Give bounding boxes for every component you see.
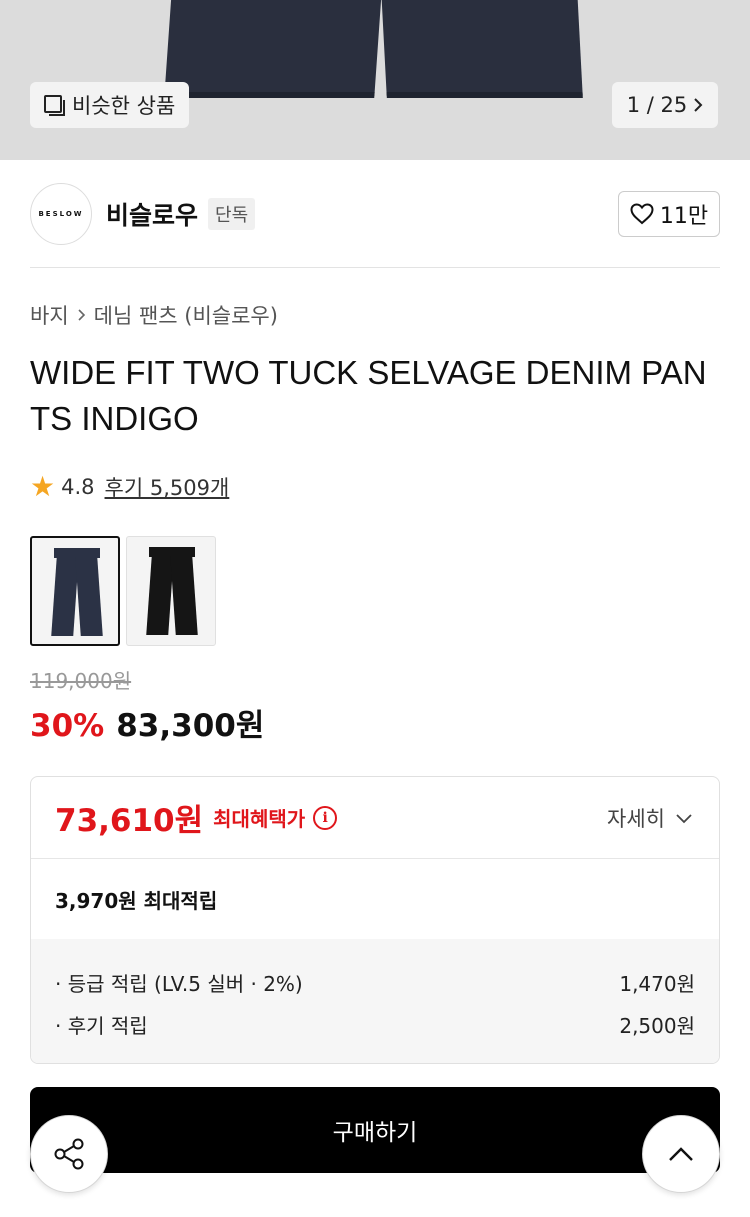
benefit-box: 73,610원 최대혜택가 i 자세히 3,970원 최대적립 · 등급 적립 … — [30, 776, 720, 1064]
reviews-link[interactable]: 후기 5,509개 — [105, 472, 230, 502]
detail-label: 자세히 — [607, 807, 665, 831]
rating-value: 4.8 — [61, 475, 95, 499]
exclusive-badge: 단독 — [208, 198, 256, 230]
scroll-top-button[interactable] — [642, 1115, 720, 1193]
buy-button[interactable]: 구매하기 — [30, 1087, 720, 1173]
pants-thumbnail — [146, 547, 198, 635]
product-title: WIDE FIT TWO TUCK SELVAGE DENIM PANTS IN… — [30, 354, 707, 437]
pants-thumbnail — [51, 548, 103, 636]
rating-row: ★ 4.8 후기 5,509개 — [30, 472, 229, 502]
color-option-indigo[interactable] — [30, 536, 120, 646]
points-breakdown: · 등급 적립 (LV.5 실버 · 2%) 1,470원 · 후기 적립 2,… — [31, 939, 719, 1063]
chevron-right-icon — [78, 309, 85, 321]
max-benefit-label: 최대혜택가 — [213, 807, 306, 831]
pants-right-leg — [381, 0, 583, 98]
points-total: 3,970원 최대적립 — [55, 889, 218, 913]
image-counter[interactable]: 1 / 25 — [612, 82, 718, 128]
max-benefit-row: 73,610원 최대혜택가 i 자세히 — [31, 777, 719, 859]
original-price: 119,000원 — [30, 669, 132, 693]
points-row-grade: · 등급 적립 (LV.5 실버 · 2%) 1,470원 — [55, 961, 695, 1003]
like-count: 11만 — [659, 204, 709, 229]
similar-icon — [44, 95, 65, 116]
buy-button-label: 구매하기 — [332, 1120, 418, 1146]
brand-name[interactable]: 비슬로우 — [106, 196, 198, 232]
sale-price: 83,300원 — [116, 708, 265, 744]
share-icon — [54, 1138, 84, 1170]
points-row-value: 2,500원 — [619, 1013, 695, 1038]
color-option-black[interactable] — [126, 536, 216, 646]
breadcrumb-subcategory[interactable]: 데님 팬츠 (비슬로우) — [94, 300, 278, 330]
breadcrumb: 바지 데님 팬츠 (비슬로우) — [30, 300, 278, 330]
points-row-label: · 후기 적립 — [55, 1013, 148, 1038]
breadcrumb-category[interactable]: 바지 — [30, 300, 69, 330]
image-counter-text: 1 / 25 — [626, 93, 688, 117]
pants-left-leg — [164, 0, 382, 98]
like-button[interactable]: 11만 — [618, 191, 720, 237]
detail-toggle[interactable]: 자세히 — [607, 803, 693, 833]
brand-row: BESLOW 비슬로우 단독 11만 — [30, 183, 720, 245]
product-image[interactable]: 비슷한 상품 1 / 25 — [0, 0, 750, 160]
share-button[interactable] — [30, 1115, 108, 1193]
points-row-review: · 후기 적립 2,500원 — [55, 1003, 695, 1045]
divider — [30, 267, 720, 268]
chevron-down-icon — [676, 813, 692, 823]
chevron-up-icon — [669, 1147, 693, 1161]
info-icon[interactable]: i — [313, 805, 338, 830]
star-icon: ★ — [30, 470, 56, 503]
brand-logo-text: BESLOW — [38, 210, 84, 218]
points-row-value: 1,470원 — [619, 971, 695, 996]
color-options — [30, 536, 216, 646]
chevron-right-icon — [694, 98, 703, 112]
points-row-label: · 등급 적립 (LV.5 실버 · 2%) — [55, 971, 303, 996]
heart-icon — [630, 203, 654, 225]
max-benefit-price: 73,610원 — [55, 803, 204, 839]
similar-products-button[interactable]: 비슷한 상품 — [30, 82, 190, 128]
discount-rate: 30% — [30, 708, 105, 744]
price-row: 30% 83,300원 — [30, 700, 264, 745]
brand-logo[interactable]: BESLOW — [30, 183, 92, 245]
similar-products-label: 비슷한 상품 — [72, 94, 176, 118]
